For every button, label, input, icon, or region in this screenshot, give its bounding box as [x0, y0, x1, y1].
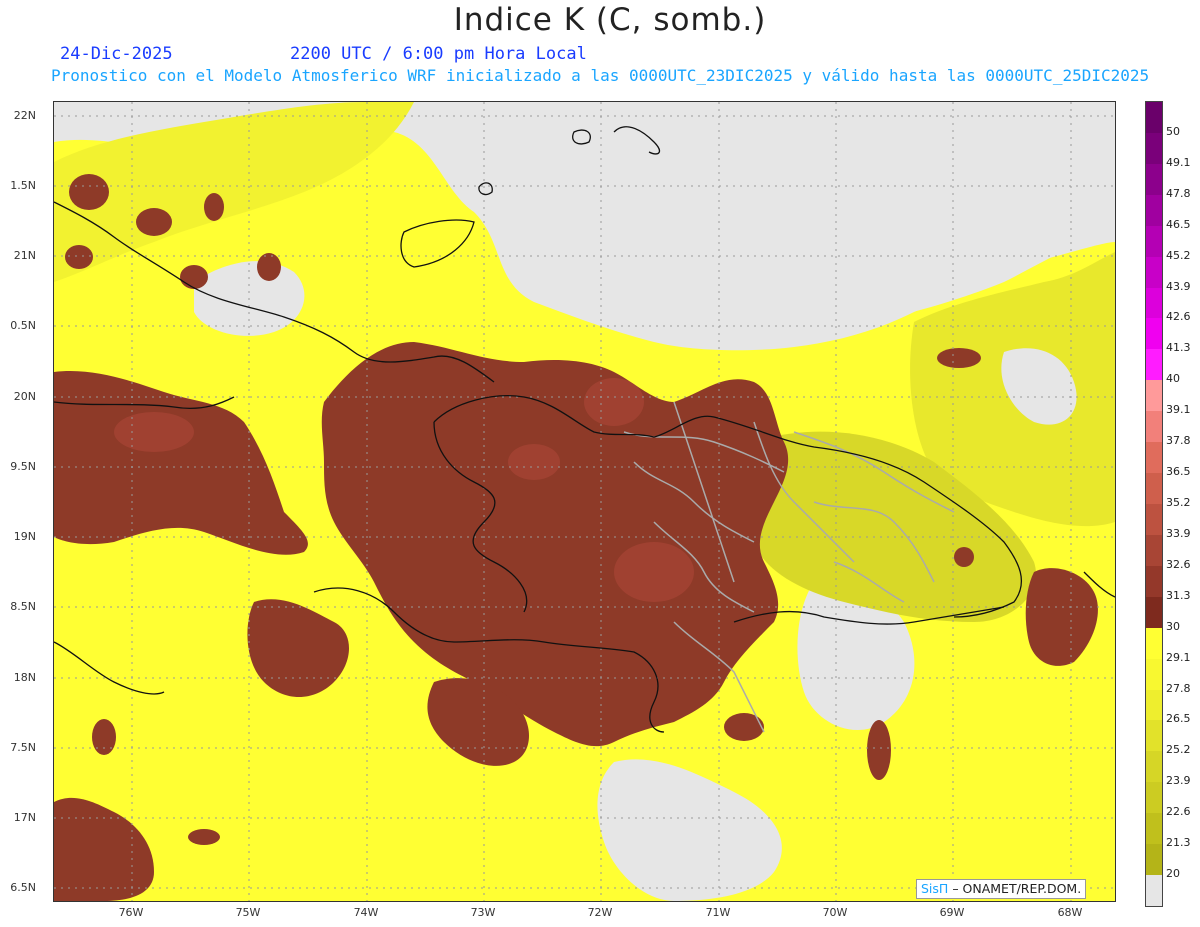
- colorbar-swatch: [1146, 751, 1162, 783]
- lon-label-75w: 75W: [235, 906, 261, 919]
- colorbar-swatch: [1146, 844, 1162, 876]
- colorbar-swatch: [1146, 720, 1162, 752]
- colorbar-label: 41.3: [1166, 341, 1191, 355]
- colorbar-label: 22.6: [1166, 805, 1191, 819]
- brown-north-blob-6: [180, 265, 208, 289]
- colorbar-swatch: [1146, 225, 1162, 257]
- colorbar: [1145, 101, 1163, 907]
- forecast-subtitle: Pronostico con el Modelo Atmosferico WRF…: [51, 66, 1150, 85]
- map-title: Indice K (C, somb.): [453, 2, 767, 38]
- brown-blob-south-3: [724, 713, 764, 741]
- credit-box: SisΠ – ONAMET/REP.DOM.: [916, 879, 1087, 899]
- colorbar-label: 37.8: [1166, 434, 1191, 448]
- colorbar-swatch: [1146, 163, 1162, 195]
- lat-label-19n: 19N: [13, 530, 36, 543]
- brown-blob-east-3: [954, 547, 974, 567]
- lat-label-21n: 21N: [13, 249, 36, 262]
- lon-label-68w: 68W: [1057, 906, 1083, 919]
- colorbar-swatch: [1146, 442, 1162, 474]
- colorbar-label: 47.8: [1166, 186, 1191, 200]
- colorbar-label: 42.6: [1166, 310, 1191, 324]
- colorbar-swatch: [1146, 596, 1162, 628]
- colorbar-swatch: [1146, 194, 1162, 226]
- lon-label-70w: 70W: [822, 906, 848, 919]
- colorbar-swatch: [1146, 534, 1162, 566]
- colorbar-swatch: [1146, 102, 1162, 133]
- sispi-logo: SisΠ: [921, 881, 949, 896]
- brown-blob-south-2: [188, 829, 220, 845]
- brown-north-blob-3: [204, 193, 224, 221]
- colorbar-label: 36.5: [1166, 465, 1191, 479]
- brown-north-blob-2: [136, 208, 172, 236]
- colorbar-swatch: [1146, 349, 1162, 381]
- colorbar-swatch: [1146, 813, 1162, 845]
- forecast-date: 24-Dic-2025: [60, 44, 173, 64]
- brown-north-blob-1: [69, 174, 109, 210]
- colorbar-swatch: [1146, 256, 1162, 288]
- colorbar-swatch: [1146, 380, 1162, 412]
- lon-label-73w: 73W: [470, 906, 496, 919]
- lon-label-74w: 74W: [353, 906, 379, 919]
- k-index-map: [53, 101, 1116, 902]
- colorbar-swatch: [1146, 875, 1162, 906]
- lat-label-19-5n: 9.5N: [10, 460, 36, 473]
- colorbar-swatch: [1146, 627, 1162, 659]
- colorbar-label: 30: [1166, 619, 1180, 633]
- map-canvas: [54, 102, 1115, 901]
- colorbar-label: 33.9: [1166, 526, 1191, 540]
- lat-label-16-5n: 6.5N: [10, 881, 36, 894]
- colorbar-swatch: [1146, 287, 1162, 319]
- colorbar-swatch: [1146, 658, 1162, 690]
- lon-label-71w: 71W: [705, 906, 731, 919]
- colorbar-swatch: [1146, 503, 1162, 535]
- colorbar-label: 40: [1166, 372, 1180, 386]
- colorbar-label: 21.3: [1166, 836, 1191, 850]
- lat-label-17n: 17N: [13, 811, 36, 824]
- colorbar-label: 50: [1166, 124, 1180, 138]
- colorbar-label: 35.2: [1166, 496, 1191, 509]
- colorbar-label: 43.9: [1166, 279, 1191, 293]
- brown-blob-east-1: [937, 348, 981, 368]
- colorbar-label: 29.1: [1166, 650, 1191, 664]
- brown-blob-east-2: [867, 720, 891, 780]
- colorbar-label: 32.6: [1166, 557, 1191, 571]
- colorbar-label: 26.5: [1166, 712, 1191, 726]
- forecast-time: 2200 UTC / 6:00 pm Hora Local: [290, 44, 587, 64]
- lon-label-69w: 69W: [939, 906, 965, 919]
- colorbar-label: 20: [1166, 867, 1180, 881]
- colorbar-swatch: [1146, 782, 1162, 814]
- lat-label-18n: 18N: [13, 671, 36, 684]
- colorbar-label: 23.9: [1166, 774, 1191, 788]
- colorbar-swatch: [1146, 689, 1162, 721]
- credit-org: – ONAMET/REP.DOM.: [952, 881, 1082, 896]
- colorbar-swatch: [1146, 565, 1162, 597]
- colorbar-label: 46.5: [1166, 217, 1191, 231]
- lat-label-20n: 20N: [13, 390, 36, 403]
- brown-north-blob-5: [257, 253, 281, 281]
- lat-label-21-5n: 1.5N: [10, 179, 36, 192]
- colorbar-swatch: [1146, 318, 1162, 350]
- colorbar-label: 31.3: [1166, 588, 1191, 602]
- colorbar-label: 39.1: [1166, 403, 1191, 417]
- colorbar-swatch: [1146, 132, 1162, 164]
- lat-label-17-5n: 7.5N: [10, 741, 36, 754]
- brown-north-blob-4: [65, 245, 93, 269]
- lat-label-20-5n: 0.5N: [10, 319, 36, 332]
- lon-label-76w: 76W: [118, 906, 144, 919]
- colorbar-label: 27.8: [1166, 681, 1191, 695]
- colorbar-label: 25.2: [1166, 743, 1191, 757]
- colorbar-swatch: [1146, 411, 1162, 443]
- colorbar-label: 49.1: [1166, 155, 1191, 169]
- lon-label-72w: 72W: [587, 906, 613, 919]
- lat-label-18-5n: 8.5N: [10, 600, 36, 613]
- colorbar-label: 45.2: [1166, 248, 1191, 262]
- lat-label-22n: 22N: [13, 109, 36, 122]
- colorbar-swatch: [1146, 473, 1162, 504]
- brown-blob-south-1: [92, 719, 116, 755]
